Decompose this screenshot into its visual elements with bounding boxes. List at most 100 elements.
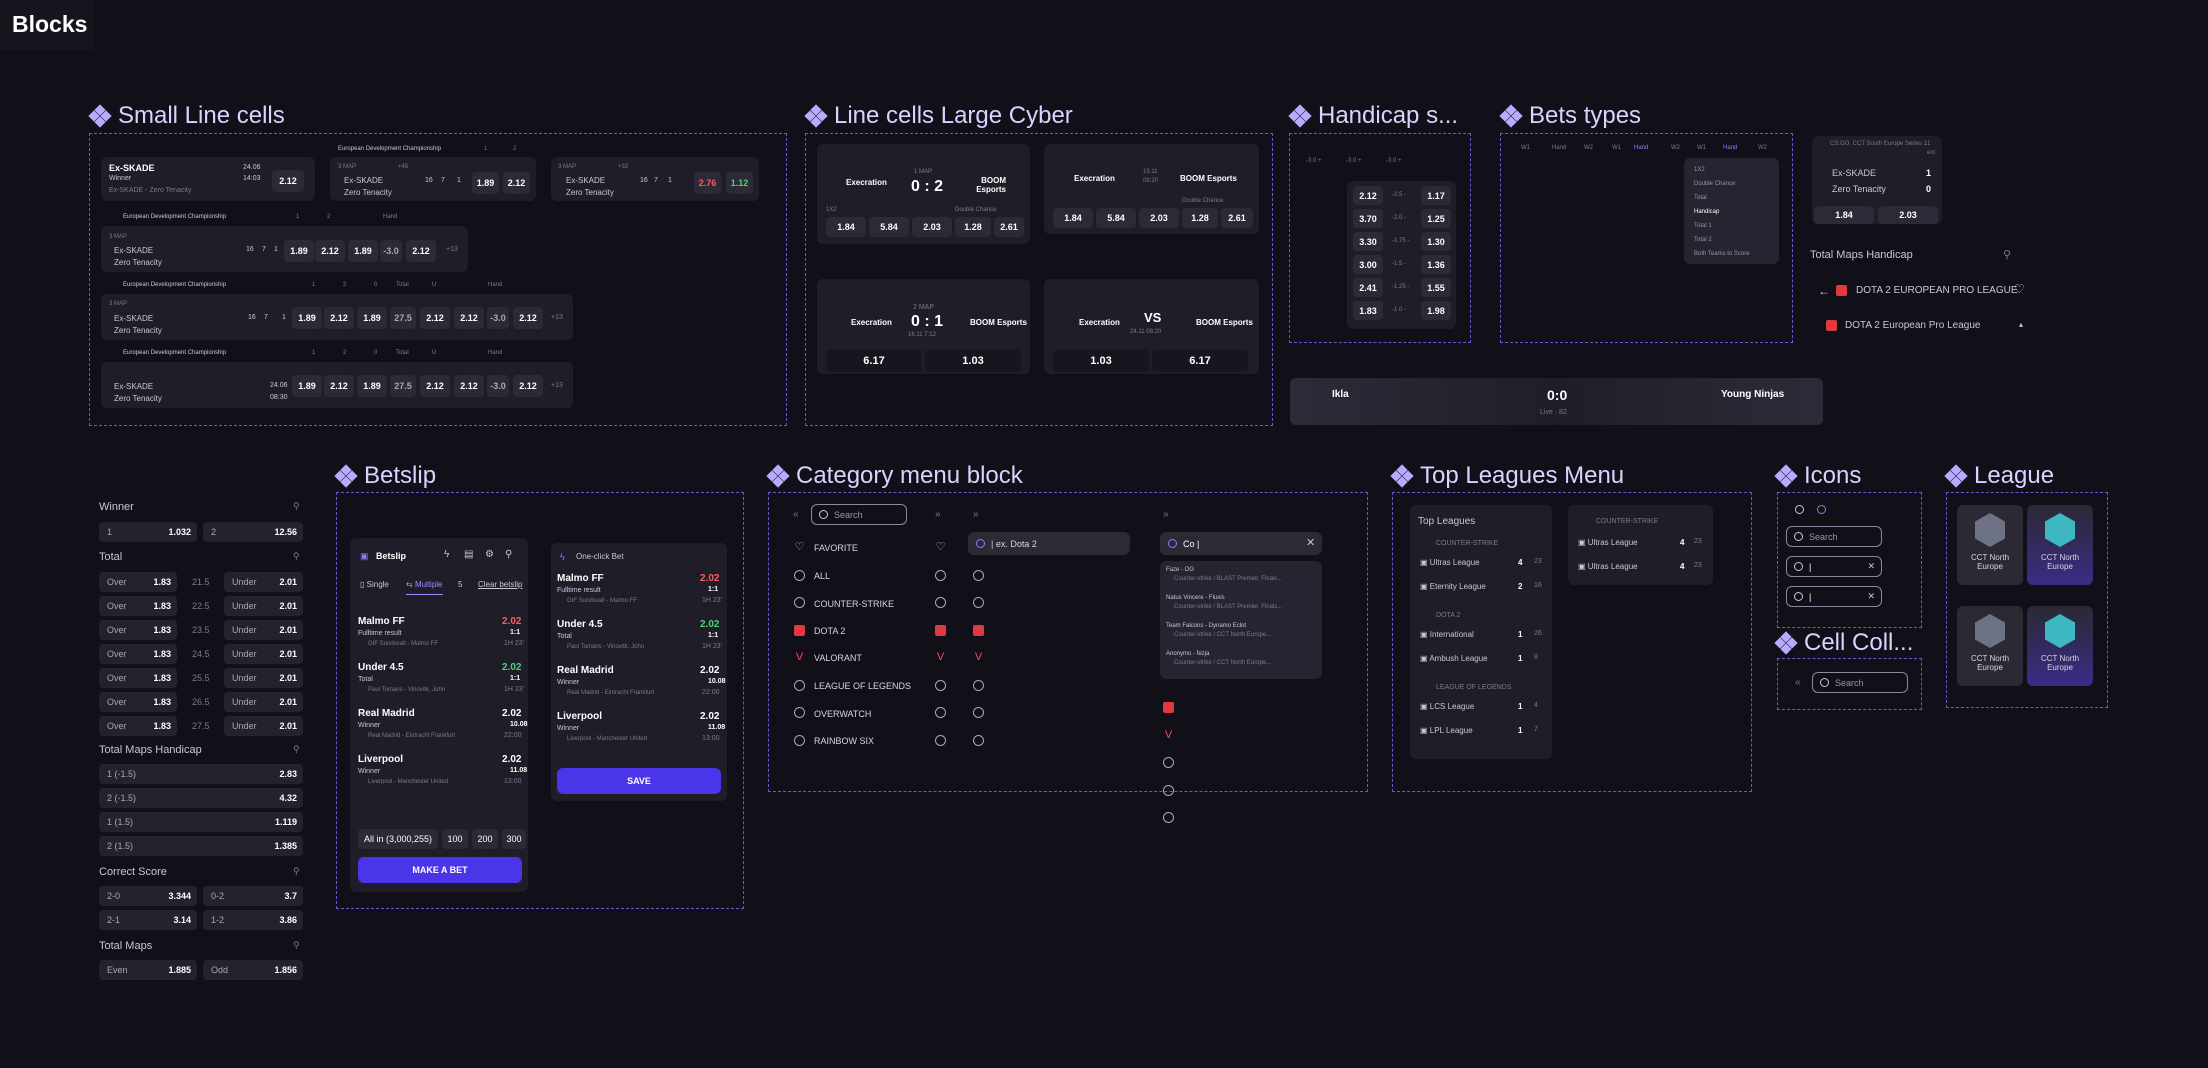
odd-button[interactable]: 2.41 — [1353, 278, 1383, 297]
bet-type-tab[interactable]: W2 — [1671, 145, 1680, 151]
category-item[interactable]: V VALORANT — [794, 652, 862, 663]
receipt-icon[interactable]: ▤ — [464, 549, 473, 560]
pin-icon[interactable]: ⚲ — [293, 501, 300, 512]
odd-button[interactable]: 2.12 — [324, 307, 354, 329]
odd-button[interactable]: 1.30 — [1421, 232, 1451, 251]
odd-cell[interactable]: Under 2.01 — [224, 692, 303, 712]
league-item[interactable]: ▣ LCS League — [1420, 702, 1474, 711]
odd-cell[interactable]: Under 2.01 — [224, 572, 303, 592]
search-result-title[interactable]: Faze - OG — [1166, 567, 1194, 573]
odd-button[interactable]: 1.89 — [472, 172, 499, 194]
odd-button[interactable]: 2.12 — [420, 307, 450, 329]
odd-button[interactable]: 2.12 — [272, 170, 304, 192]
category-item[interactable]: ♡ FAVORITE — [794, 542, 858, 553]
odd-cell[interactable]: Over 1.83 — [99, 596, 177, 616]
clear-betslip-link[interactable]: Clear betslip — [478, 580, 522, 589]
league-link[interactable]: DOTA 2 European Pro League — [1845, 320, 1980, 331]
odd-button[interactable]: 3.30 — [1353, 232, 1383, 251]
search-input[interactable]: Search — [1812, 672, 1908, 693]
odd-cell[interactable]: 2 12.56 — [203, 522, 303, 542]
odd-1x[interactable]: 1.28 — [955, 217, 991, 237]
odd-button[interactable]: 2.03 — [1878, 206, 1938, 224]
odd-button[interactable]: 3.00 — [1353, 255, 1383, 274]
league-card[interactable]: CCT North Europe — [1957, 505, 2023, 585]
odd-cell[interactable]: Even 1.885 — [99, 960, 197, 980]
category-item-collapsed[interactable]: V — [973, 652, 984, 663]
category-item-collapsed[interactable]: V — [1163, 729, 1174, 741]
league-item[interactable]: ▣ Ambush League — [1420, 654, 1488, 663]
odd-button[interactable]: 2.12 — [1353, 186, 1383, 205]
make-a-bet-button[interactable]: MAKE A BET — [358, 857, 522, 883]
category-item-collapsed[interactable]: V — [935, 652, 946, 663]
search-input[interactable]: Search — [1786, 526, 1882, 547]
odd-x[interactable]: 5.84 — [869, 217, 909, 237]
category-item[interactable]: RAINBOW SIX — [794, 734, 874, 748]
odd-cell[interactable]: Under 2.01 — [224, 716, 303, 736]
lightning-icon[interactable]: ϟ — [444, 549, 449, 560]
odd-button-large[interactable]: 1.03 — [1053, 350, 1149, 372]
odd-button-down[interactable]: 2.76 — [694, 172, 721, 194]
odd-button[interactable]: 5.84 — [1096, 208, 1136, 228]
odd-button[interactable]: 1.89 — [357, 375, 387, 397]
category-item-collapsed[interactable]: ♡ — [935, 542, 946, 553]
odd-cell[interactable]: Over 1.83 — [99, 668, 177, 688]
pin-icon[interactable]: ⚲ — [293, 551, 300, 562]
category-item[interactable]: ALL — [794, 569, 830, 583]
collapse-icon[interactable]: « — [793, 509, 799, 520]
odd-button[interactable]: 1.89 — [348, 240, 378, 262]
bet-type-option[interactable]: Total — [1694, 195, 1707, 201]
category-item-collapsed[interactable] — [935, 679, 946, 693]
bet-type-tab[interactable]: W1 — [1521, 145, 1530, 151]
odd-cell[interactable]: 1 1.032 — [99, 522, 197, 542]
odd-button[interactable]: 2.61 — [1221, 208, 1253, 228]
league-card-active[interactable]: CCT North Europe — [2027, 505, 2093, 585]
league-link[interactable]: DOTA 2 EUROPEAN PRO LEAGUE — [1856, 285, 2018, 296]
bet-type-option[interactable]: Total 1 — [1694, 223, 1712, 229]
odd-button[interactable]: 2.12 — [454, 307, 484, 329]
league-card-active[interactable]: CCT North Europe — [2027, 606, 2093, 686]
odd-button[interactable]: 1.89 — [292, 307, 322, 329]
odd-button-large[interactable]: 1.03 — [925, 350, 1021, 372]
odd-button[interactable]: 1.28 — [1182, 208, 1218, 228]
bet-type-option[interactable]: Handicap — [1694, 209, 1719, 215]
category-item-collapsed[interactable] — [935, 707, 946, 720]
league-item[interactable]: ▣ LPL League — [1420, 726, 1473, 735]
odd-cell[interactable]: 2-1 3.14 — [99, 910, 197, 930]
bet-type-tab[interactable]: W1 — [1612, 145, 1621, 151]
odd-cell[interactable]: Over 1.83 — [99, 692, 177, 712]
odd-cell[interactable]: Under 2.01 — [224, 596, 303, 616]
bet-type-tab[interactable]: Hand — [1634, 145, 1648, 151]
category-item-collapsed[interactable] — [1163, 784, 1174, 798]
odd-button[interactable]: 2.12 — [503, 172, 530, 194]
league-card[interactable]: CCT North Europe — [1957, 606, 2023, 686]
odd-button-large[interactable]: 6.17 — [826, 350, 922, 372]
category-item-collapsed[interactable] — [935, 624, 946, 638]
bet-type-tab[interactable]: Hand — [1552, 145, 1566, 151]
search-result-title[interactable]: Natus Vincere - Fluxis — [1166, 595, 1225, 601]
search-result-title[interactable]: Anonymo - fezja — [1166, 651, 1209, 657]
save-button[interactable]: SAVE — [557, 768, 721, 794]
category-item-collapsed[interactable] — [973, 597, 984, 610]
category-item-collapsed[interactable] — [1163, 812, 1174, 825]
category-item[interactable]: LEAGUE OF LEGENDS — [794, 679, 911, 693]
pin-icon[interactable]: ⚲ — [505, 549, 512, 560]
bet-type-tab[interactable]: W2 — [1584, 145, 1593, 151]
league-item[interactable]: ▣ Ultras League — [1578, 562, 1638, 571]
category-item[interactable]: DOTA 2 — [794, 624, 845, 638]
category-item-collapsed[interactable] — [973, 624, 984, 638]
category-item-collapsed[interactable] — [935, 734, 946, 748]
odd-w1[interactable]: 1.84 — [826, 217, 866, 237]
search-icon[interactable] — [1788, 502, 1804, 518]
odd-button[interactable]: 1.84 — [1814, 206, 1874, 224]
search-input-focused[interactable]: | ✕ — [1786, 586, 1882, 607]
search-icon-active[interactable] — [1810, 502, 1826, 518]
odd-cell[interactable]: Under 2.01 — [224, 668, 303, 688]
odd-button[interactable]: 1.89 — [357, 307, 387, 329]
odd-button[interactable]: 2.12 — [406, 240, 436, 262]
odd-button[interactable]: 1.17 — [1421, 186, 1451, 205]
odd-button[interactable]: 2.12 — [420, 375, 450, 397]
category-item-collapsed[interactable] — [973, 707, 984, 720]
category-item-collapsed[interactable] — [973, 734, 984, 748]
odd-button[interactable]: 1.55 — [1421, 278, 1451, 297]
odd-cell[interactable]: 2 (1.5) 1.385 — [99, 836, 303, 856]
